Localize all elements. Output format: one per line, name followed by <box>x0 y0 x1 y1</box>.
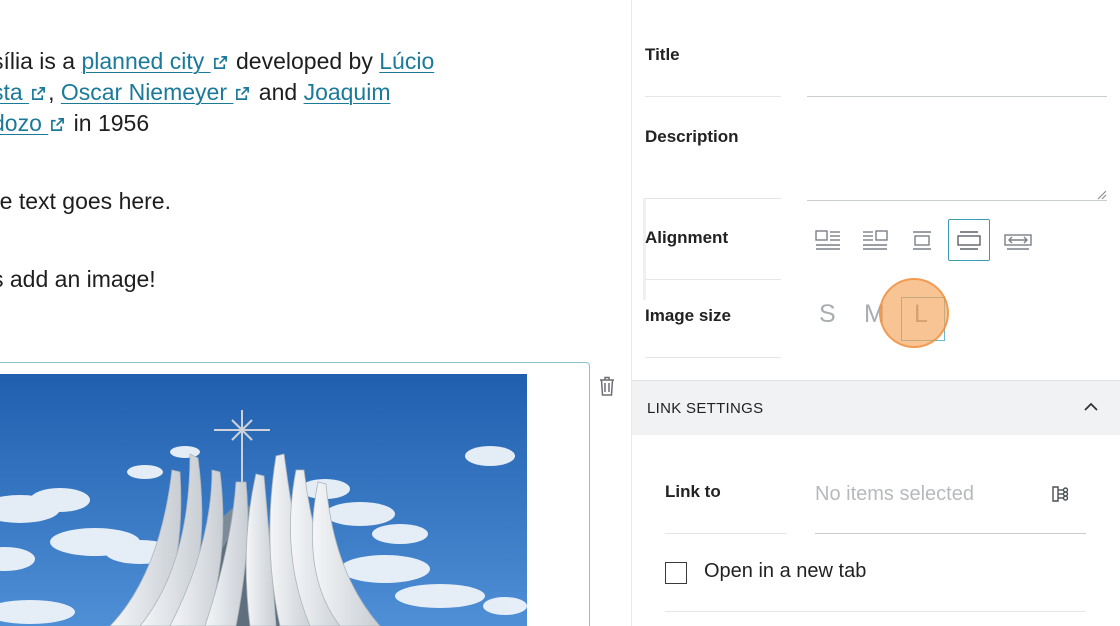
cathedral-photo <box>0 374 527 626</box>
link-joaquim-cardozo[interactable]: Joaquim <box>304 79 391 105</box>
external-link-icon <box>213 56 227 69</box>
description-label: Description <box>645 127 739 146</box>
align-center-icon <box>913 231 931 250</box>
paragraph-more-text[interactable]: re text goes here. <box>0 186 171 217</box>
paragraph-line: dozo in 1956 <box>0 108 434 139</box>
divider <box>645 357 781 358</box>
link-planned-city[interactable]: planned city <box>81 48 229 74</box>
align-left-icon <box>815 230 840 250</box>
chevron-up-icon[interactable] <box>1081 397 1101 417</box>
browse-list-icon <box>1052 486 1069 502</box>
text: sília is a <box>0 48 82 74</box>
open-new-tab-checkbox[interactable] <box>665 562 687 584</box>
link-to-underline <box>815 533 1086 534</box>
open-new-tab-label[interactable]: Open in a new tab <box>704 560 866 583</box>
description-textarea[interactable] <box>807 200 1107 201</box>
text: in 1956 <box>67 110 150 136</box>
text: developed by <box>229 48 380 74</box>
link-lucio-costa[interactable]: Lúcio <box>379 48 434 74</box>
paragraph-line: sta , Oscar Niemeyer and Joaquim <box>0 77 434 108</box>
cathedral-image[interactable] <box>0 374 527 626</box>
external-link-icon <box>236 87 250 100</box>
text: and <box>252 79 304 105</box>
link-settings-title: LINK SETTINGS <box>647 400 764 417</box>
paragraph-line: sília is a planned city developed by Lúc… <box>0 46 434 77</box>
external-link-icon <box>51 118 65 131</box>
align-wide-button[interactable] <box>948 219 990 261</box>
title-input[interactable] <box>807 96 1107 97</box>
link-settings-header[interactable]: LINK SETTINGS <box>632 380 1120 435</box>
paragraph-add-image[interactable]: s add an image! <box>0 264 156 295</box>
link-joaquim-cardozo-cont[interactable]: dozo <box>0 110 67 136</box>
alignment-label: Alignment <box>645 228 729 247</box>
link-lucio-costa-cont[interactable]: sta <box>0 79 48 105</box>
paragraph-brasilia[interactable]: sília is a planned city developed by Lúc… <box>0 46 434 139</box>
trash-icon[interactable] <box>597 375 617 397</box>
divider <box>645 96 781 97</box>
image-size-label: Image size <box>645 306 731 325</box>
align-full-button[interactable] <box>997 219 1039 261</box>
align-full-icon <box>1004 234 1032 250</box>
align-right-icon <box>863 230 888 250</box>
align-wide-icon <box>957 231 981 250</box>
align-left-button[interactable] <box>807 219 849 261</box>
text: , <box>48 79 61 105</box>
size-large-label: L <box>914 300 928 328</box>
title-label: Title <box>645 45 680 64</box>
size-medium-button[interactable]: M <box>864 300 885 329</box>
divider <box>665 533 787 534</box>
divider <box>645 198 781 199</box>
external-link-icon <box>32 87 46 100</box>
link-oscar-niemeyer[interactable]: Oscar Niemeyer <box>61 79 253 105</box>
align-right-button[interactable] <box>854 219 896 261</box>
size-small-button[interactable]: S <box>819 300 836 329</box>
divider <box>645 279 781 280</box>
link-to-input[interactable]: No items selected <box>815 483 974 506</box>
resize-handle-icon[interactable] <box>1095 188 1107 200</box>
link-to-label: Link to <box>665 482 721 501</box>
editor-canvas: sília is a planned city developed by Lúc… <box>0 0 631 626</box>
align-center-button[interactable] <box>901 219 943 261</box>
divider <box>665 611 1086 612</box>
